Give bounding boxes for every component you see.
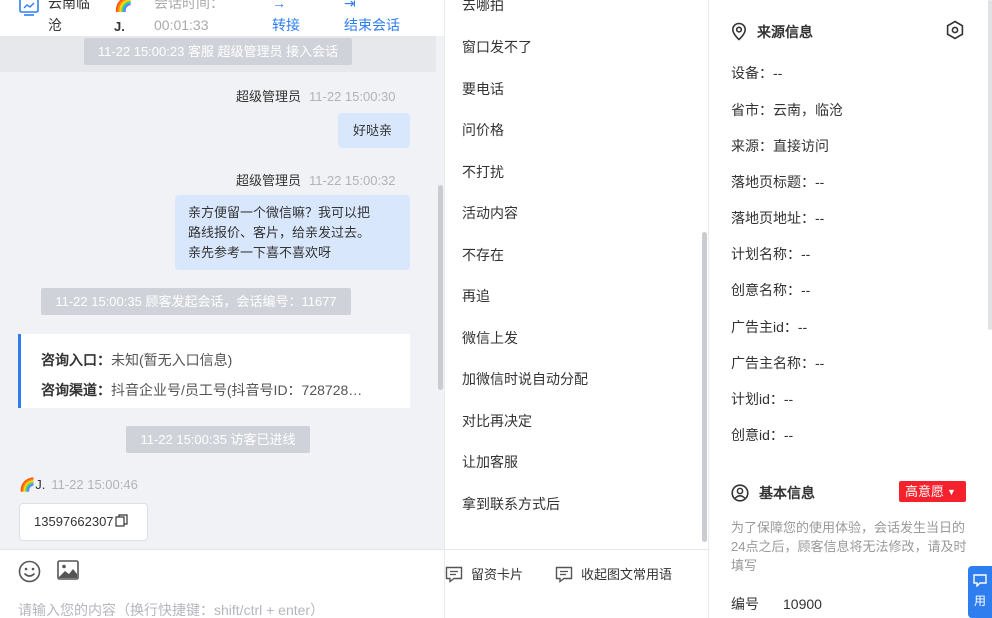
info-scrollbar[interactable] (988, 0, 992, 330)
entry-row: 咨询入口：未知(暂无入口信息) (41, 352, 233, 368)
quick-replies-scrollbar[interactable] (702, 232, 707, 542)
quick-reply-item[interactable]: 对比再决定 (462, 411, 532, 431)
lead-card-button[interactable]: 留资卡片 (445, 564, 523, 583)
image-icon[interactable] (57, 560, 79, 583)
customer-info-panel: 来源信息 设备：-- 省市：云南，临沧 来源：直接访问 落地页标题：-- 落地页地址：-… (708, 0, 992, 618)
source-info-row: 计划名称：-- (731, 246, 811, 262)
rainbow-icon: 🌈 (114, 0, 133, 13)
emoji-icon[interactable] (18, 560, 41, 586)
source-info-row: 落地页标题：-- (731, 174, 825, 190)
caret-down-icon: ▼ (947, 487, 956, 497)
source-info-row: 来源：直接访问 (731, 138, 829, 154)
monitor-icon (18, 0, 40, 18)
rainbow-icon: 🌈 (19, 477, 36, 492)
message-meta: 超级管理员 11-22 15:00:32 (236, 173, 396, 188)
system-message: 11-22 15:00:35 顾客发起会话，会话编号：11677 (0, 288, 414, 315)
system-message: 11-22 15:00:35 访客已进线 (0, 426, 436, 453)
floating-reply-button[interactable]: 用 (968, 566, 992, 618)
customer-code: 编号 10900 (731, 596, 822, 612)
source-info-row: 创意名称：-- (731, 282, 811, 298)
basic-info-title: 基本信息 (731, 483, 815, 503)
duration-value: 00:01:33 (154, 17, 209, 33)
card-icon (445, 566, 463, 583)
end-session-button[interactable]: ⇥ 结束会话 (344, 0, 424, 36)
agent-message-bubble: 亲方便留一个微信嘛？我可以把 路线报价、客片，给亲发过去。 亲先参考一下喜不喜欢… (175, 195, 410, 270)
source-info-row: 落地页地址：-- (731, 210, 825, 226)
quick-replies-footer: 留资卡片 收起图文常用语 (445, 549, 709, 618)
visitor-avatar: 🌈 J. (114, 0, 133, 36)
chat-panel: 云南临沧 🌈 J. 会话时间： 00:01:33 → 转接 ⇥ 结束会话 11-… (0, 0, 444, 618)
quick-reply-item[interactable]: 再追 (462, 286, 490, 306)
message-list[interactable]: 11-22 15:00:23 客服 超级管理员 接入会话 超级管理员 11-22 … (0, 36, 444, 549)
exit-icon: ⇥ (344, 0, 356, 11)
source-info-row: 省市：云南，临沧 (731, 102, 843, 118)
quick-reply-item[interactable]: 不存在 (462, 245, 504, 265)
source-info-title: 来源信息 (731, 22, 813, 42)
quick-reply-item[interactable]: 让加客服 (462, 452, 518, 472)
user-icon (731, 484, 749, 502)
collapse-replies-button[interactable]: 收起图文常用语 (555, 564, 672, 583)
transfer-icon: → (272, 0, 286, 11)
intent-dropdown[interactable]: 高意愿 ▼ (899, 481, 966, 502)
chat-header: 云南临沧 🌈 J. 会话时间： 00:01:33 → 转接 ⇥ 结束会话 (0, 0, 444, 36)
settings-icon[interactable] (945, 20, 965, 43)
visitor-message-bubble[interactable]: 13597662307 (19, 503, 148, 541)
quick-reply-item[interactable]: 拿到联系方式后 (462, 494, 560, 514)
source-info-row: 广告主id：-- (731, 319, 808, 335)
source-info-row: 设备：-- (731, 65, 783, 81)
quick-replies-panel: 去哪拍窗口发不了要电话问价格不打扰活动内容不存在再追微信上发加微信时说自动分配对… (444, 0, 709, 618)
visitor-location: 云南临沧 (48, 0, 90, 33)
quick-reply-item[interactable]: 活动内容 (462, 203, 518, 223)
quick-reply-item[interactable]: 加微信时说自动分配 (462, 369, 588, 389)
source-info-row: 广告主名称：-- (731, 355, 825, 371)
transfer-button[interactable]: → 转接 (272, 0, 312, 36)
quick-reply-item[interactable]: 微信上发 (462, 328, 518, 348)
chat-icon (973, 574, 987, 588)
quick-reply-item[interactable]: 不打扰 (462, 162, 504, 182)
quick-reply-item[interactable]: 要电话 (462, 79, 504, 99)
quick-reply-item[interactable]: 去哪拍 (462, 0, 504, 15)
copy-icon[interactable] (114, 505, 128, 541)
consult-info-card: 咨询入口：未知(暂无入口信息) 咨询渠道：抖音企业号/员工号(抖音号ID：728… (18, 334, 410, 408)
location-pin-icon (731, 22, 747, 41)
visitor-name: J. (114, 19, 125, 34)
message-icon (555, 566, 573, 583)
quick-reply-item[interactable]: 窗口发不了 (462, 37, 532, 57)
source-info-row: 计划id：-- (731, 391, 794, 407)
message-meta: 超级管理员 11-22 15:00:30 (236, 89, 396, 104)
system-message: 11-22 15:00:23 客服 超级管理员 接入会话 (0, 36, 436, 72)
edit-notice: 为了保障您的使用体验，会话发生当日的24点之后，顾客信息将无法修改，请及时填写 (731, 520, 967, 573)
channel-row: 咨询渠道：抖音企业号/员工号(抖音号ID：728728… (41, 382, 363, 398)
message-input[interactable] (18, 602, 438, 618)
chat-scrollbar[interactable] (438, 185, 443, 390)
input-bar (0, 549, 444, 618)
source-info-row: 创意id：-- (731, 427, 794, 443)
agent-message-bubble: 好哒亲 (338, 113, 410, 148)
visitor-message-meta: 🌈J. 11-22 15:00:46 (19, 477, 138, 492)
session-duration: 会话时间： 00:01:33 (154, 0, 264, 36)
quick-reply-item[interactable]: 问价格 (462, 120, 504, 140)
duration-label: 会话时间： (154, 0, 224, 11)
